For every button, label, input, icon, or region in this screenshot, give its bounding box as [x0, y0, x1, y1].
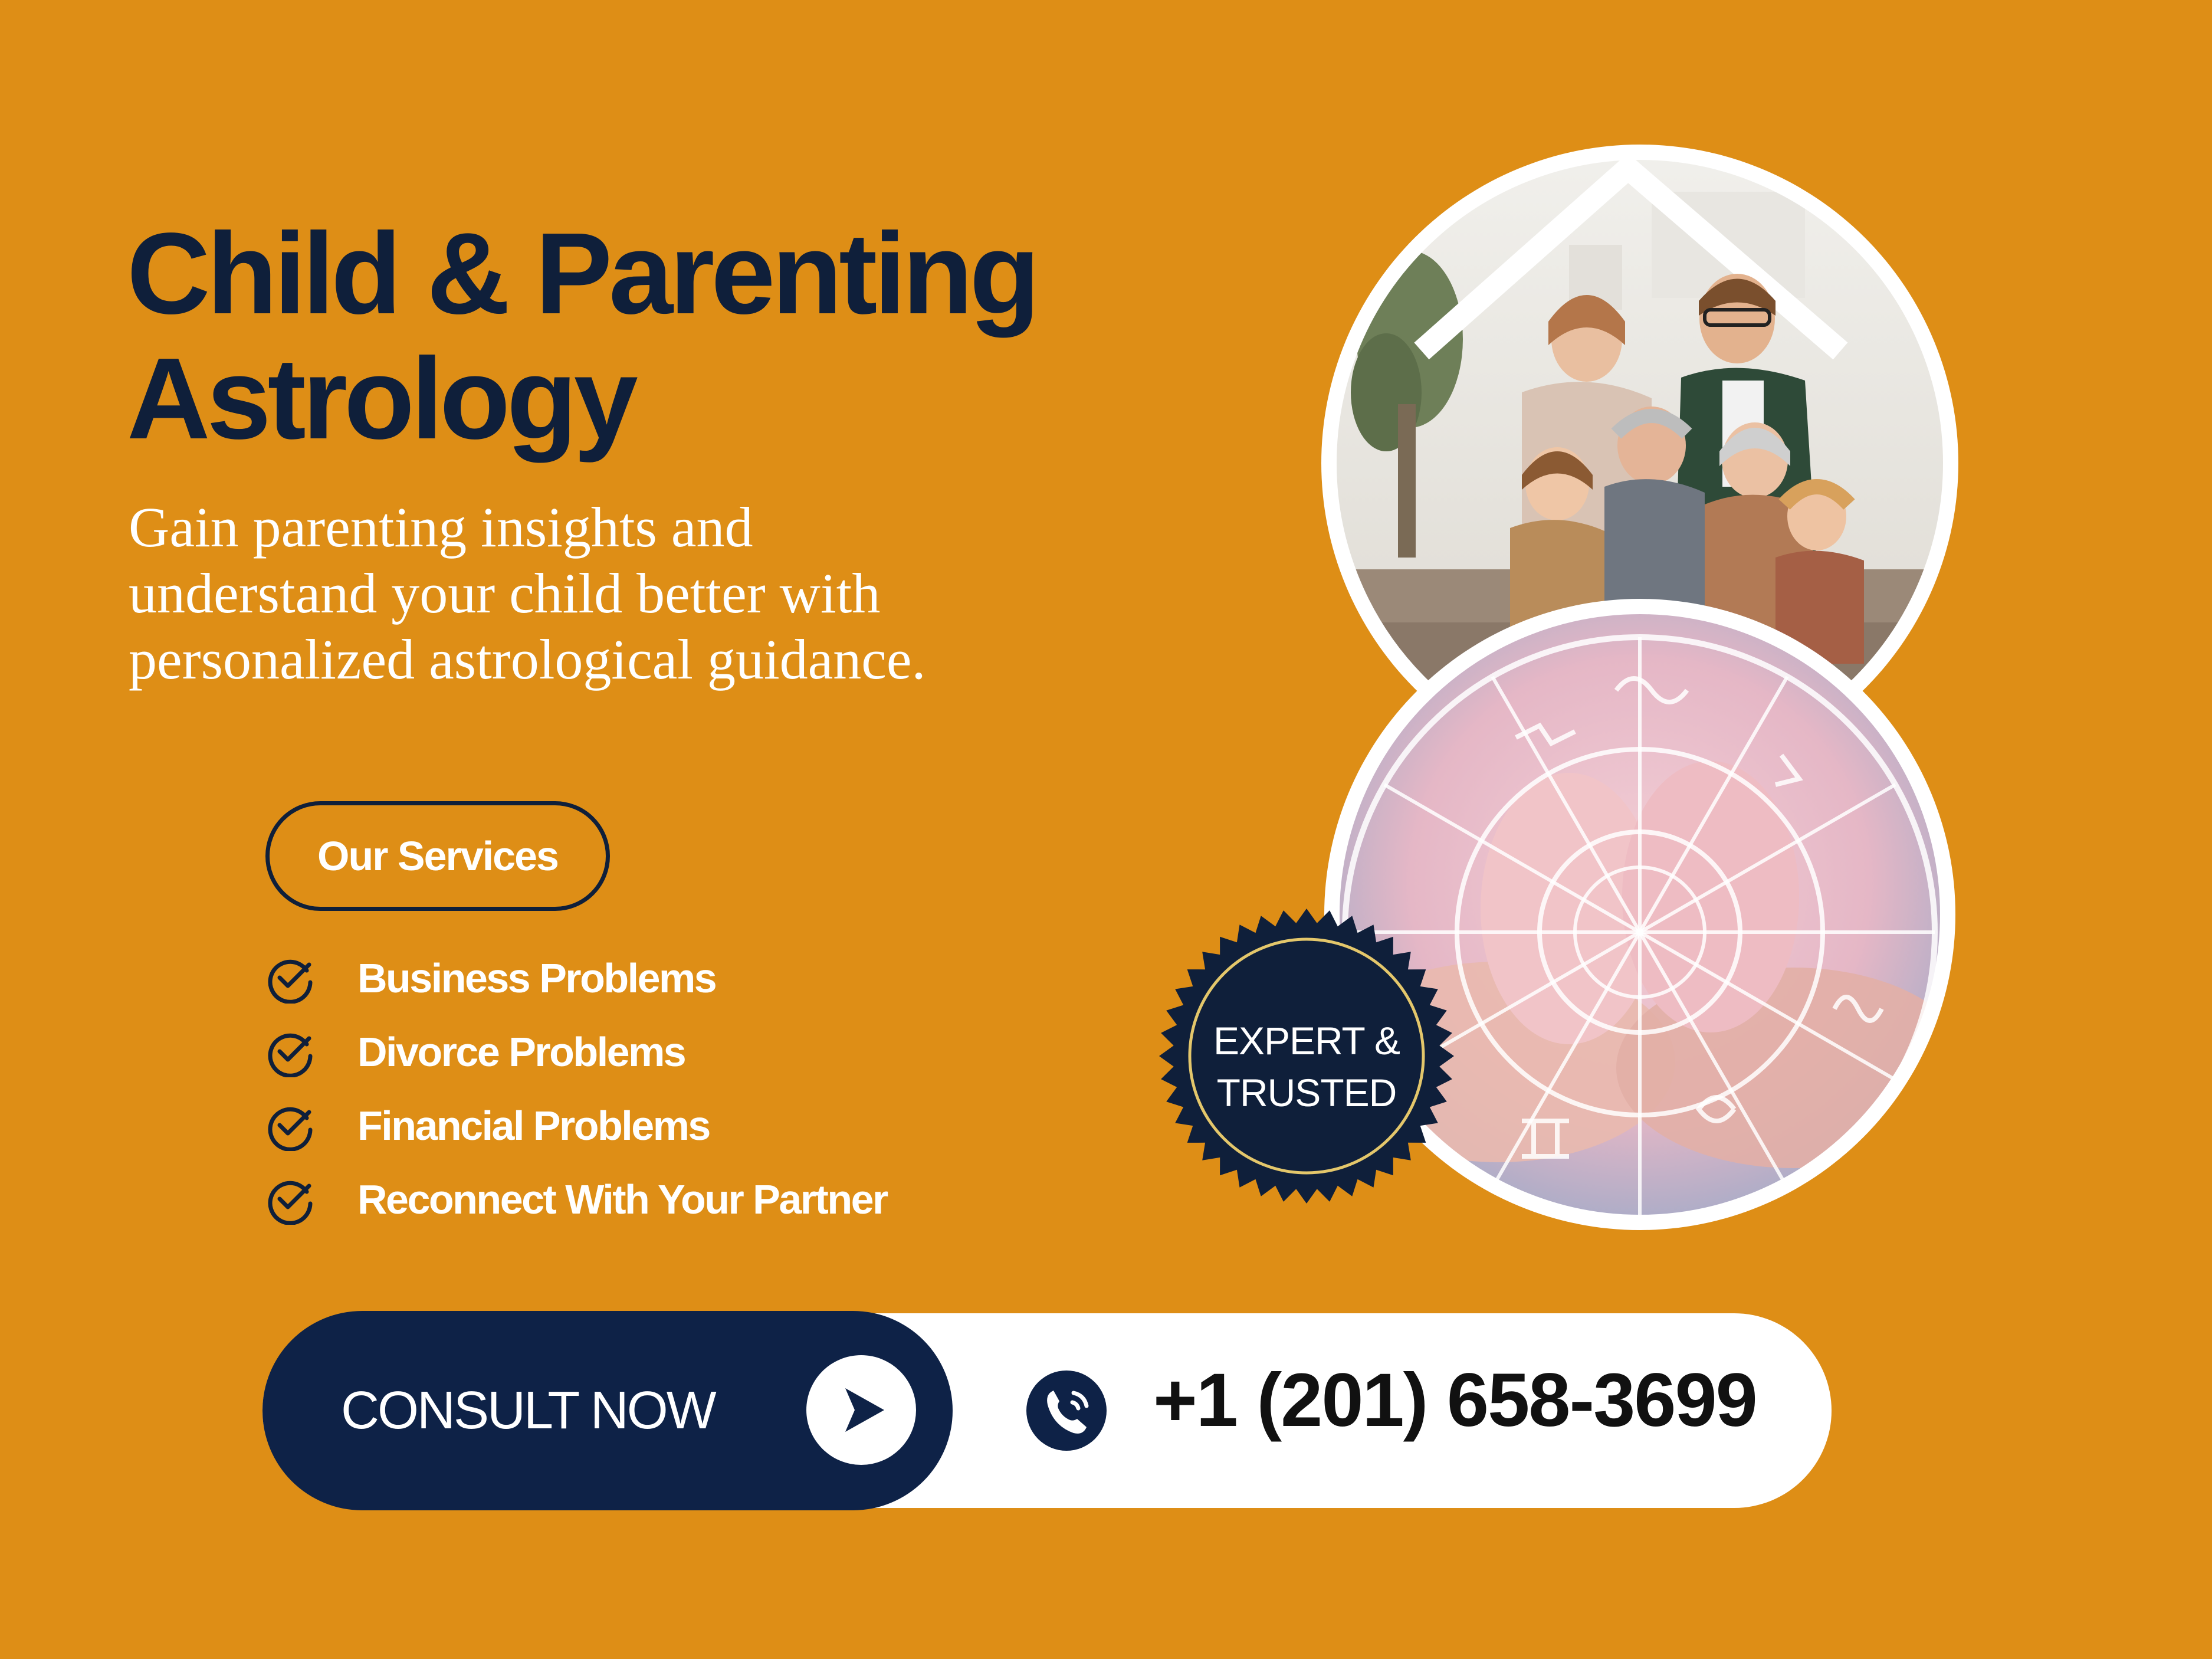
subtitle-line-2: understand your child better with	[129, 562, 881, 625]
subtitle-line-1: Gain parenting insights and	[129, 496, 753, 559]
service-label: Financial Problems	[357, 1102, 711, 1149]
play-arrow-button[interactable]	[806, 1355, 916, 1465]
our-services-pill: Our Services	[265, 801, 610, 911]
consult-now-label: CONSULT NOW	[341, 1381, 717, 1440]
service-label: Business Problems	[357, 955, 717, 1001]
badge-text: EXPERT & TRUSTED	[1180, 1015, 1433, 1119]
play-arrow-icon	[845, 1388, 884, 1432]
badge-line-2: TRUSTED	[1216, 1071, 1397, 1114]
service-item-business: Business Problems	[265, 941, 887, 1015]
check-circle-icon	[268, 1107, 313, 1151]
services-list: Business Problems Divorce Problems Finan…	[265, 941, 888, 1236]
badge-line-1: EXPERT &	[1213, 1019, 1400, 1063]
service-item-financial: Financial Problems	[265, 1088, 887, 1162]
title-line-2: Astrology	[127, 334, 638, 463]
check-circle-icon	[268, 1181, 313, 1225]
title-line-1: Child & Parenting	[127, 209, 1040, 338]
phone-number[interactable]: +1 (201) 658-3699	[1153, 1357, 1758, 1444]
service-item-divorce: Divorce Problems	[265, 1015, 887, 1088]
service-label: Divorce Problems	[357, 1028, 687, 1075]
check-circle-icon	[268, 959, 313, 1004]
phone-icon	[1026, 1371, 1107, 1451]
subtitle-line-3: personalized astrological guidance.	[129, 628, 926, 691]
service-label: Reconnect With Your Partner	[357, 1176, 888, 1222]
check-circle-icon	[268, 1033, 313, 1077]
services-heading: Our Services	[317, 833, 559, 879]
page-title: Child & Parenting Astrology	[127, 211, 1189, 461]
subtitle: Gain parenting insights and understand y…	[129, 494, 1143, 693]
service-item-reconnect: Reconnect With Your Partner	[265, 1162, 888, 1236]
